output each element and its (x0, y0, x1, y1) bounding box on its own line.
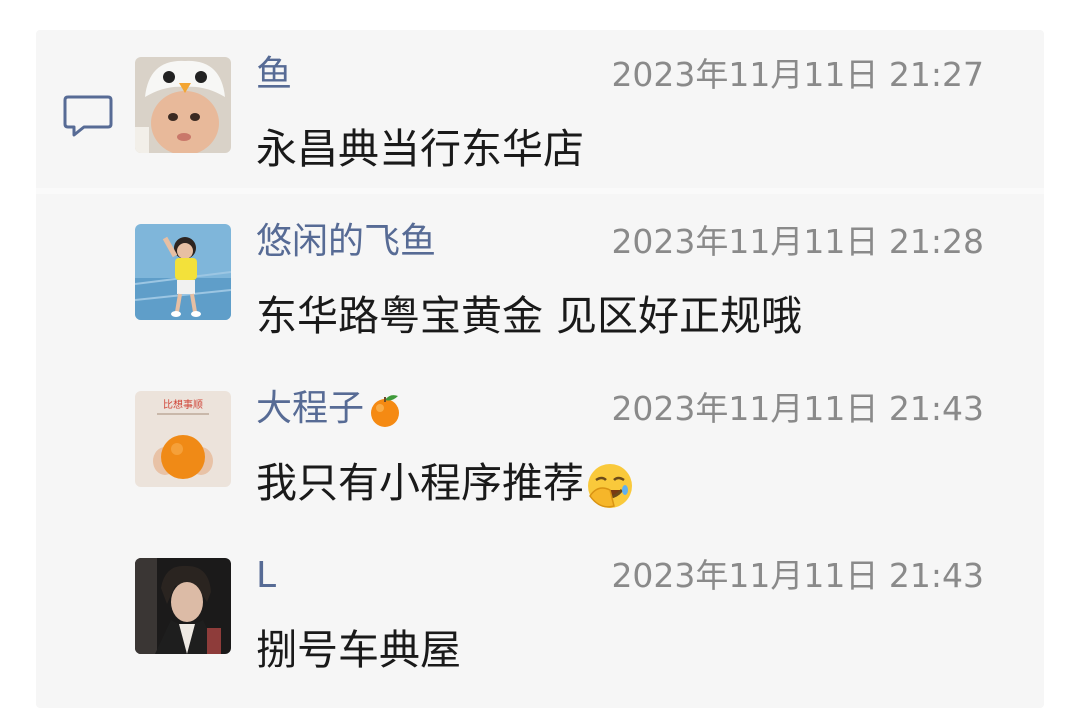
commenter-name[interactable]: 悠闲的飞鱼 (256, 220, 436, 264)
comment-text: 我只有小程序推荐 (256, 457, 636, 512)
comment-text: 捌号车典屋 (256, 626, 461, 674)
man-portrait-avatar[interactable] (135, 558, 231, 654)
comment-item[interactable]: 比想事顺 大程子 2023年11月11日 21:43 我只有小程序推荐 (0, 388, 1080, 531)
comment-timestamp: 2023年11月11日 21:28 (611, 222, 984, 261)
comment-text-body: 我只有小程序推荐 (256, 459, 584, 507)
orange-poster-avatar[interactable]: 比想事顺 (135, 391, 231, 487)
comment-text: 东华路粤宝黄金 见区好正规哦 (256, 292, 803, 340)
commenter-name[interactable]: 鱼 (256, 53, 292, 97)
comment-text: 永昌典当行东华店 (256, 125, 584, 173)
comment-timestamp: 2023年11月11日 21:27 (611, 55, 984, 94)
commenter-name-text: 大程子 (256, 388, 365, 429)
commenter-name[interactable]: L (256, 554, 276, 598)
orange-emoji (371, 395, 400, 427)
comment-item[interactable]: 悠闲的飞鱼 2023年11月11日 21:28 东华路粤宝黄金 见区好正规哦 (0, 221, 1080, 364)
commenter-name[interactable]: 大程子 (256, 387, 404, 431)
comment-item[interactable]: L 2023年11月11日 21:43 捌号车典屋 (0, 555, 1080, 698)
child-photo-avatar[interactable] (135, 224, 231, 320)
avatar-caption: 比想事顺 (163, 398, 203, 411)
comment-timestamp: 2023年11月11日 21:43 (611, 556, 984, 595)
comment-item[interactable]: 鱼 2023年11月11日 21:27 永昌典当行东华店 (0, 54, 1080, 197)
facepalm-emoji (588, 464, 632, 508)
comment-timestamp: 2023年11月11日 21:43 (611, 389, 984, 428)
baby-chick-hat-avatar[interactable] (135, 57, 231, 153)
